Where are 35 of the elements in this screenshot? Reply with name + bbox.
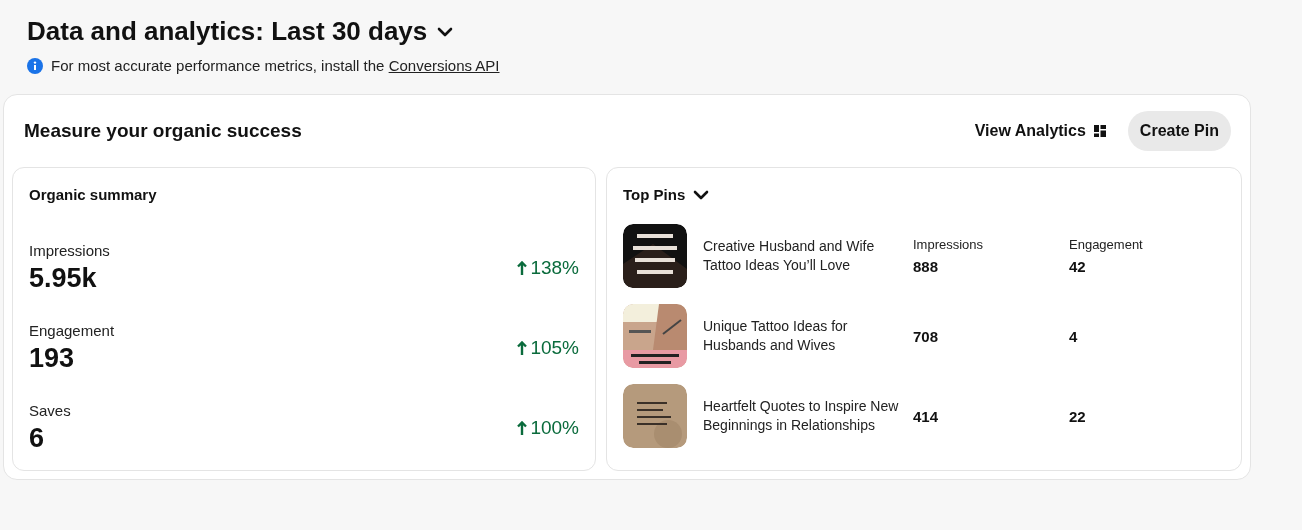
metric-change: 138% bbox=[530, 257, 579, 279]
chevron-down-icon[interactable] bbox=[437, 25, 454, 38]
pin-title[interactable]: Creative Husband and Wife Tattoo Ideas You’ll Love bbox=[703, 237, 913, 275]
chevron-down-icon[interactable] bbox=[693, 188, 710, 201]
metric-value: 6 bbox=[29, 423, 46, 454]
metric-label: Saves bbox=[29, 402, 71, 419]
pin-title[interactable]: Heartfelt Quotes to Inspire New Beginnings in Relationships bbox=[703, 397, 913, 435]
stat-value: 22 bbox=[1069, 407, 1087, 425]
column-label: Impressions bbox=[913, 237, 985, 252]
metric-change: 105% bbox=[530, 337, 579, 359]
info-icon bbox=[27, 57, 43, 74]
panel-title: Top Pins bbox=[623, 186, 686, 203]
grid-icon bbox=[1093, 125, 1106, 137]
metric-change: 100% bbox=[530, 417, 579, 439]
notice-text: For most accurate performance metrics, install the Conversions API bbox=[51, 57, 500, 74]
arrow-up-icon bbox=[517, 340, 528, 356]
stat-value: 4 bbox=[1069, 327, 1079, 345]
view-analytics-link[interactable]: View Analytics bbox=[974, 118, 1106, 144]
arrow-up-icon bbox=[517, 420, 528, 436]
stat-value: 414 bbox=[913, 407, 940, 425]
metric-label: Engagement bbox=[29, 322, 115, 339]
card-title: Measure your organic success bbox=[24, 120, 303, 142]
stat-value: 888 bbox=[913, 258, 940, 275]
column-label: Engagement bbox=[1069, 237, 1144, 252]
panel-title: Organic summary bbox=[29, 186, 158, 203]
page-title: Data and analytics: Last 30 days bbox=[27, 16, 428, 47]
metric-value: 193 bbox=[29, 343, 76, 374]
arrow-up-icon bbox=[517, 260, 528, 276]
pin-title[interactable]: Unique Tattoo Ideas for Husbands and Wives bbox=[703, 317, 913, 355]
conversions-api-link[interactable]: Conversions API bbox=[388, 57, 500, 74]
metric-label: Impressions bbox=[29, 242, 110, 259]
stat-value: 42 bbox=[1069, 258, 1087, 275]
create-pin-button[interactable]: Create Pin bbox=[1127, 111, 1231, 151]
metric-value: 5.95k bbox=[29, 263, 98, 294]
stat-value: 708 bbox=[913, 327, 940, 345]
